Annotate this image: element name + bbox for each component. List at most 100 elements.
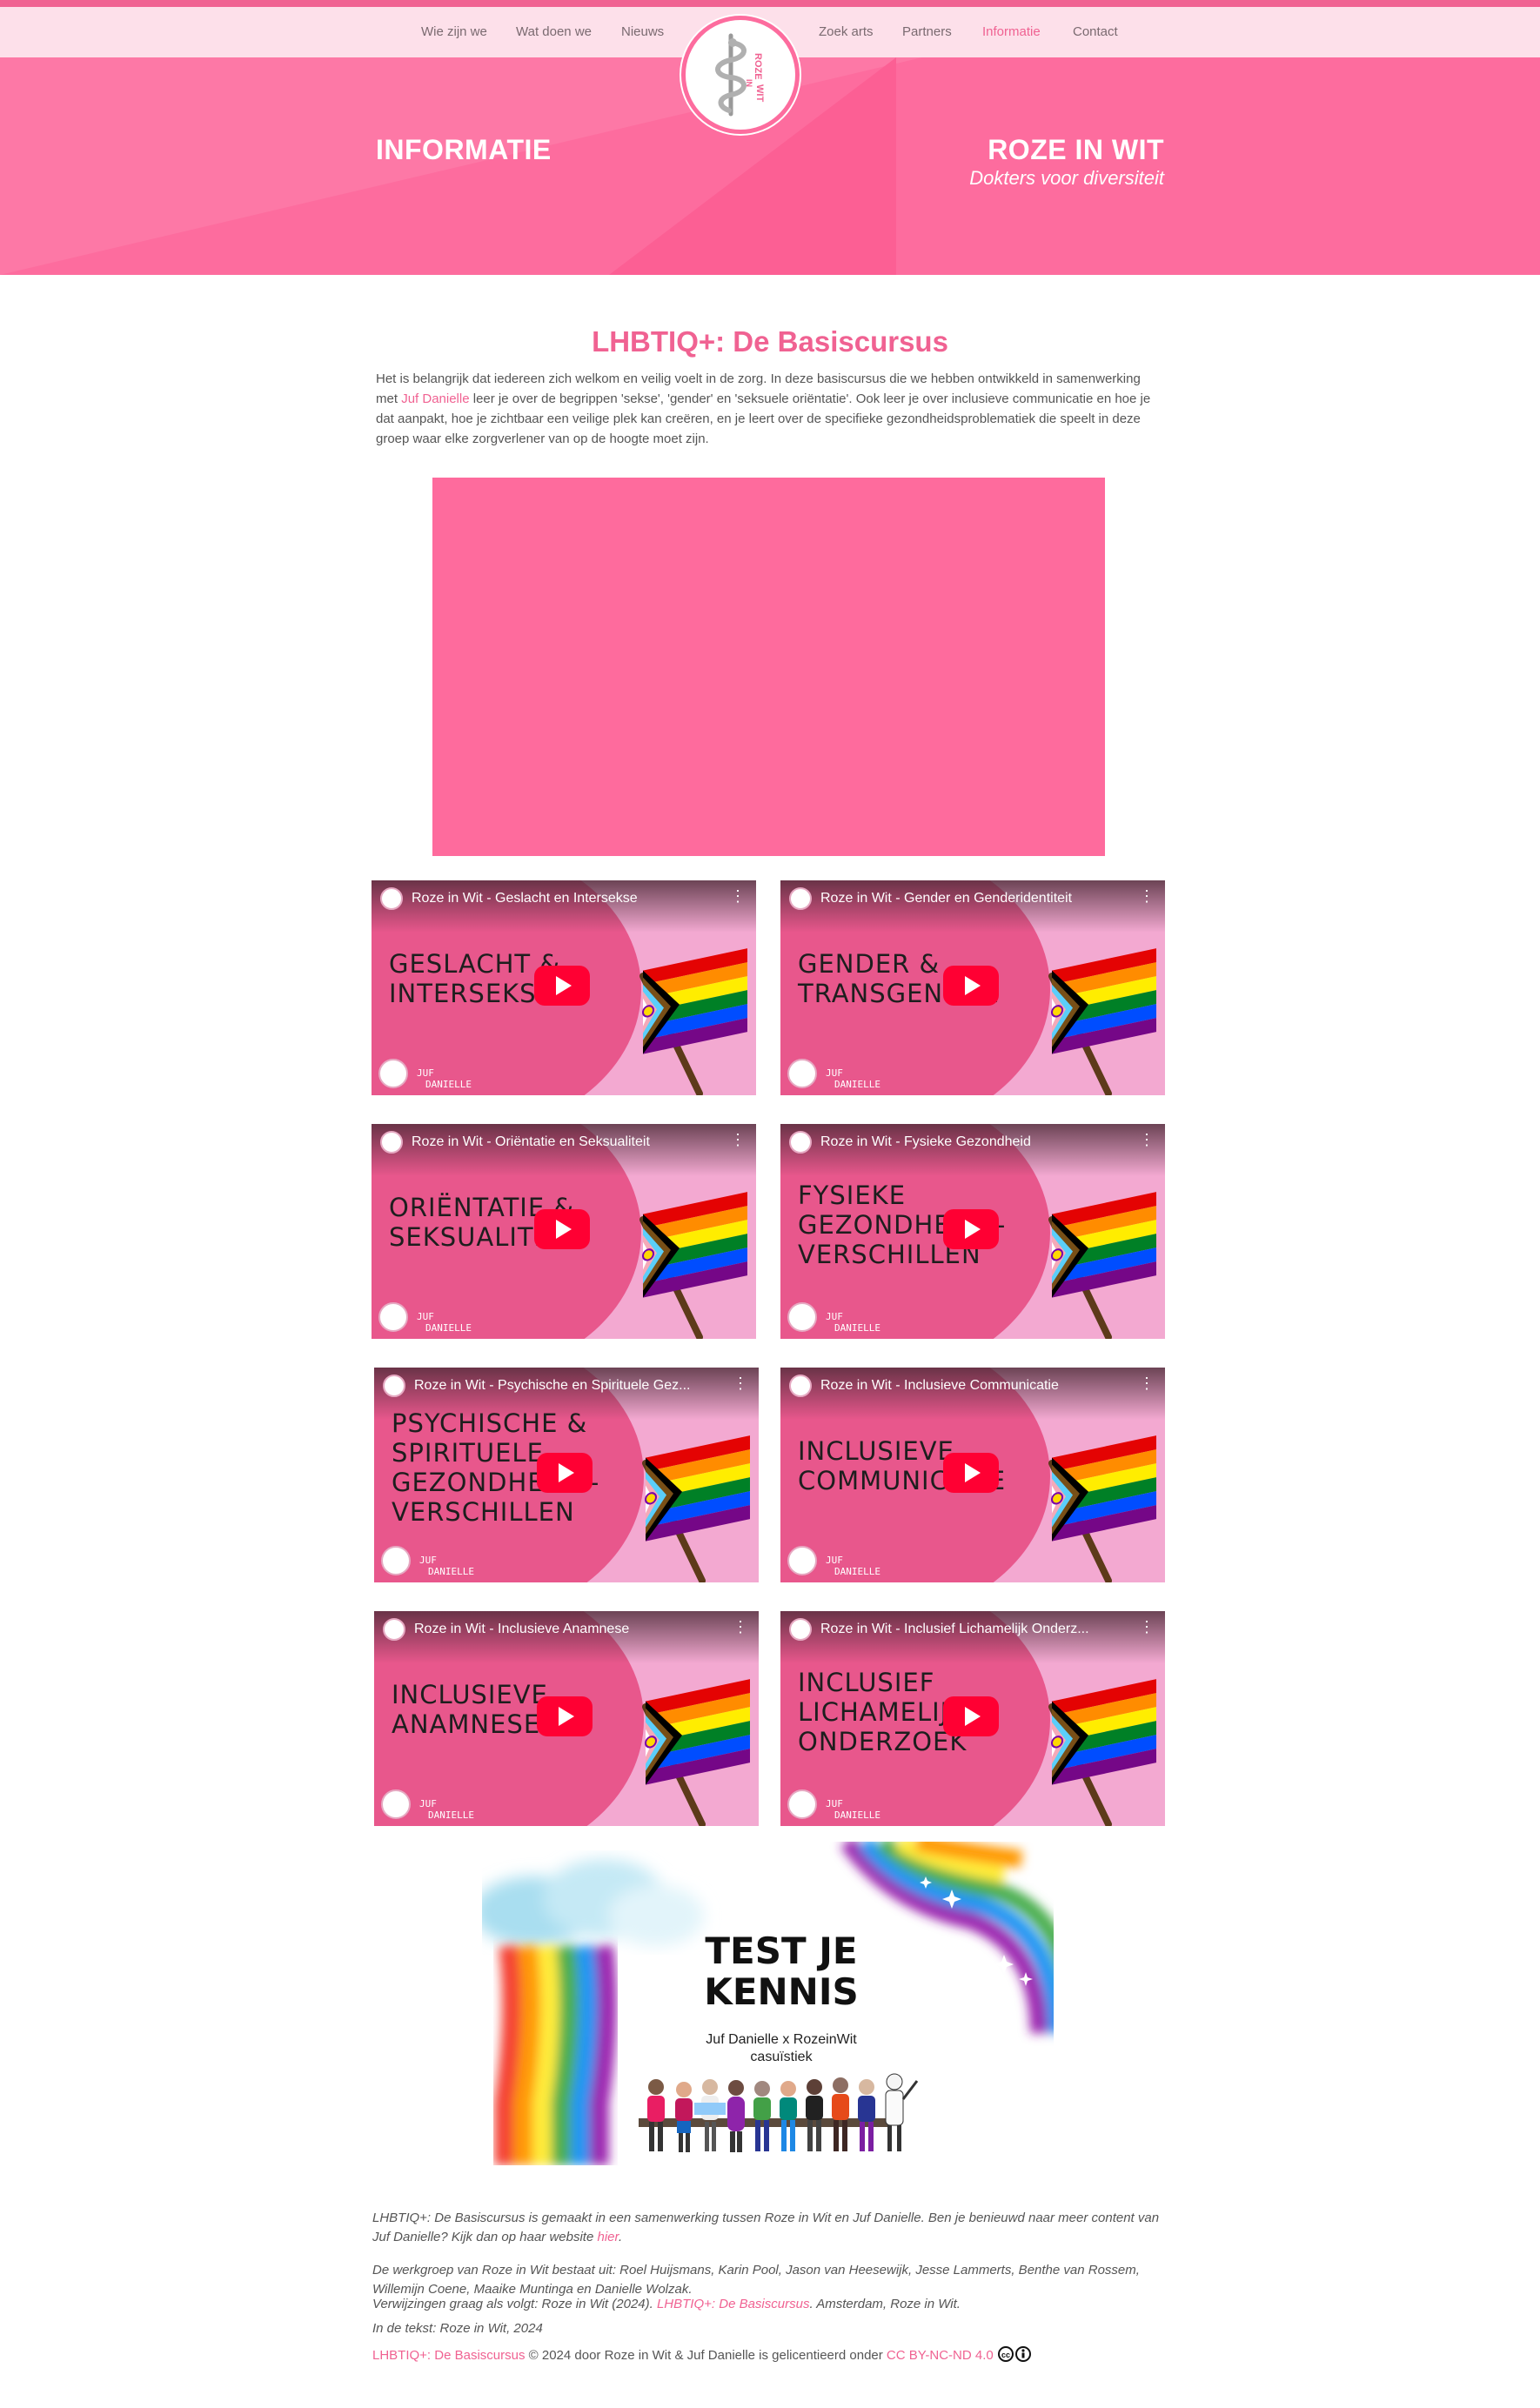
credits-in-text: In de tekst: Roze in Wit, 2024 — [372, 2321, 543, 2336]
progress-pride-flag-icon — [639, 1192, 747, 1339]
watermark-line: DANIELLE — [834, 1809, 880, 1821]
channel-avatar[interactable] — [789, 1375, 812, 1397]
video-title[interactable]: Roze in Wit - Fysieke Gezondheid — [820, 1134, 1031, 1150]
video-headline-line: INTERSEKSE — [389, 979, 553, 1008]
video-thumbnail[interactable]: ORIËNTATIE & SEKSUALITEIT Roze in Wit - Or… — [372, 1124, 756, 1339]
credits-text: Verwijzingen graag als volgt: Roze in Wi… — [372, 2297, 657, 2311]
play-button[interactable] — [943, 1696, 999, 1736]
video-thumbnail[interactable]: GENDER & TRANSGENDER Roze in Wit - Gender … — [780, 880, 1165, 1095]
quiz-subtitle-line2: casuïstiek — [750, 2050, 813, 2064]
video-thumbnail[interactable]: INCLUSIEVE ANAMNESE Roze in Wit - Inclusie… — [374, 1611, 759, 1826]
nav-nieuws[interactable]: Nieuws — [621, 24, 664, 39]
rainbow-left-icon — [494, 1944, 617, 2165]
quiz-banner[interactable]: TEST JE KENNIS Juf Danielle x RozeinWit … — [482, 1842, 1054, 2165]
video-title[interactable]: Roze in Wit - Inclusieve Communicatie — [820, 1378, 1059, 1394]
play-button[interactable] — [537, 1453, 593, 1493]
license-link[interactable]: CC BY-NC-ND 4.0 — [887, 2348, 994, 2363]
thumbnail-top-shade — [372, 1124, 756, 1176]
video-headline-line: INCLUSIEVE — [392, 1680, 548, 1709]
intro-text: leer je over de begrippen 'sekse', 'gend… — [376, 391, 1151, 446]
video-title[interactable]: Roze in Wit - Inclusieve Anamnese — [414, 1622, 629, 1637]
top-accent-stripe — [0, 0, 1540, 7]
creative-commons-icon: cc — [997, 2346, 1031, 2362]
nav-zoek-arts[interactable]: Zoek arts — [819, 24, 874, 39]
juf-danielle-watermark: JUF DANIELLE — [826, 1555, 880, 1577]
video-headline-line: VERSCHILLEN — [392, 1497, 575, 1527]
roze-in-wit-watermark-icon — [787, 1059, 817, 1088]
channel-avatar[interactable] — [380, 1131, 403, 1154]
video-thumbnail[interactable]: GESLACHT & INTERSEKSE Roze in Wit - Geslac… — [372, 880, 756, 1095]
credits-text: . — [618, 2230, 623, 2244]
course-citation-link[interactable]: LHBTIQ+: De Basiscursus — [657, 2297, 809, 2311]
nav-informatie[interactable]: Informatie — [982, 24, 1041, 39]
juf-danielle-watermark: JUF DANIELLE — [826, 1067, 880, 1090]
credits-text: LHBTIQ+: De Basiscursus is gemaakt in ee… — [372, 2211, 1160, 2244]
channel-avatar[interactable] — [789, 1618, 812, 1641]
video-thumbnail[interactable]: INCLUSIEF LICHAMELIJK ONDERZOEK Roze in Wit… — [780, 1611, 1165, 1826]
juf-danielle-watermark: JUF DANIELLE — [419, 1798, 474, 1821]
video-headline-line: FYSIEKE — [798, 1181, 907, 1210]
play-button[interactable] — [943, 966, 999, 1006]
video-thumbnail[interactable]: PSYCHISCHE & SPIRITUELE GEZONDHEIDS- VERSCH… — [374, 1368, 759, 1582]
video-title[interactable]: Roze in Wit - Oriëntatie en Seksualiteit — [412, 1134, 650, 1150]
site-name: ROZE IN WIT — [988, 134, 1164, 165]
video-thumbnail[interactable]: INCLUSIEVE COMMUNICATIE Roze in Wit - Incl… — [780, 1368, 1165, 1582]
more-options-icon[interactable]: ⋮ — [1139, 1618, 1155, 1636]
more-options-icon[interactable]: ⋮ — [730, 1131, 746, 1149]
juf-danielle-watermark: JUF DANIELLE — [826, 1798, 880, 1821]
watermark-line: DANIELLE — [425, 1079, 472, 1090]
play-button[interactable] — [534, 966, 590, 1006]
channel-avatar[interactable] — [380, 887, 403, 910]
play-button[interactable] — [943, 1453, 999, 1493]
more-options-icon[interactable]: ⋮ — [1139, 1131, 1155, 1149]
roze-in-wit-watermark-icon — [787, 1546, 817, 1575]
play-button[interactable] — [534, 1209, 590, 1249]
logo-text-roze: ROZE — [753, 53, 763, 80]
credits-collaboration: LHBTIQ+: De Basiscursus is gemaakt in ee… — [372, 2209, 1164, 2247]
channel-avatar[interactable] — [789, 887, 812, 910]
video-headline-line: ANAMNESE — [392, 1709, 541, 1739]
video-title[interactable]: Roze in Wit - Gender en Genderidentiteit — [820, 891, 1072, 906]
video-headline-line: INCLUSIEF — [798, 1668, 935, 1697]
progress-pride-flag-icon — [1048, 1435, 1156, 1582]
play-button[interactable] — [537, 1696, 593, 1736]
nav-wie-zijn-we[interactable]: Wie zijn we — [421, 24, 487, 39]
nav-partners[interactable]: Partners — [902, 24, 952, 39]
credits-workgroup: De werkgroep van Roze in Wit bestaat uit… — [372, 2263, 1140, 2297]
play-button[interactable] — [943, 1209, 999, 1249]
site-tagline: Dokters voor diversiteit — [969, 167, 1164, 189]
video-title[interactable]: Roze in Wit - Psychische en Spirituele G… — [414, 1378, 690, 1394]
more-options-icon[interactable]: ⋮ — [1139, 887, 1155, 906]
more-options-icon[interactable]: ⋮ — [1139, 1375, 1155, 1393]
channel-avatar[interactable] — [789, 1131, 812, 1154]
roze-in-wit-watermark-icon — [378, 1059, 408, 1088]
more-options-icon[interactable]: ⋮ — [730, 887, 746, 906]
main-video-embed[interactable] — [432, 478, 1105, 856]
channel-avatar[interactable] — [383, 1618, 405, 1641]
video-title[interactable]: Roze in Wit - Geslacht en Intersekse — [412, 891, 638, 906]
more-options-icon[interactable]: ⋮ — [733, 1375, 748, 1393]
juf-danielle-link[interactable]: Juf Danielle — [401, 391, 469, 406]
juf-danielle-watermark: JUF DANIELLE — [826, 1311, 880, 1334]
video-thumbnail[interactable]: FYSIEKE GEZONDHEIDS- VERSCHILLEN Roze in Wi… — [780, 1124, 1165, 1339]
watermark-line: DANIELLE — [834, 1322, 880, 1334]
juf-danielle-website-link[interactable]: hier — [598, 2230, 619, 2244]
more-options-icon[interactable]: ⋮ — [733, 1618, 748, 1636]
channel-avatar[interactable] — [383, 1375, 405, 1397]
juf-danielle-watermark: JUF DANIELLE — [417, 1311, 472, 1334]
juf-danielle-watermark: JUF DANIELLE — [419, 1555, 474, 1577]
roze-in-wit-watermark-icon — [381, 1546, 411, 1575]
credits-text: . Amsterdam, Roze in Wit. — [809, 2297, 961, 2311]
logo-text-wit: WIT — [754, 84, 765, 102]
site-logo[interactable]: ROZE IN WIT — [681, 16, 800, 134]
thumbnail-top-shade — [372, 880, 756, 933]
watermark-line: JUF — [419, 1798, 437, 1809]
quiz-subtitle-line1: Juf Danielle x RozeinWit — [706, 2032, 857, 2047]
quiz-illustration: TEST JE KENNIS Juf Danielle x RozeinWit … — [482, 1842, 1054, 2165]
quiz-title-line1: TEST JE — [705, 1930, 857, 1972]
nav-contact[interactable]: Contact — [1073, 24, 1118, 39]
nav-wat-doen-we[interactable]: Wat doen we — [516, 24, 592, 39]
video-title[interactable]: Roze in Wit - Inclusief Lichamelijk Onde… — [820, 1622, 1089, 1637]
watermark-line: JUF — [826, 1798, 843, 1809]
work-title-link[interactable]: LHBTIQ+: De Basiscursus — [372, 2348, 525, 2363]
